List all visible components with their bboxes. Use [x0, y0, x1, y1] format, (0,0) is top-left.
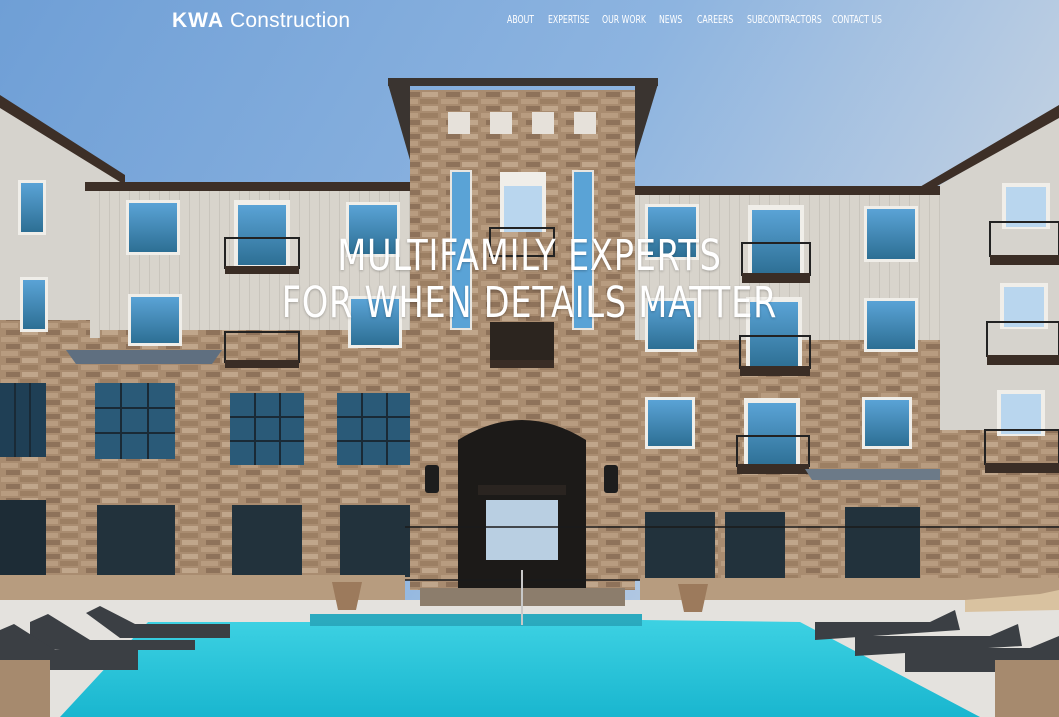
site-header: KWA Construction ABOUT EXPERTISE OUR WORK…	[0, 0, 1059, 42]
hero-headline-line-1: MULTIFAMILY EXPERTS	[337, 231, 722, 281]
nav-careers[interactable]: CAREERS	[697, 14, 733, 26]
nav-news[interactable]: NEWS	[659, 14, 682, 26]
nav-contact-us[interactable]: CONTACT US	[832, 14, 882, 26]
nav-expertise[interactable]: EXPERTISE	[548, 14, 590, 26]
logo-bold-text: KWA	[172, 9, 224, 32]
hero-photo-illustration	[0, 0, 1059, 717]
logo-link[interactable]: KWA Construction	[172, 9, 350, 33]
central-tower	[388, 78, 658, 590]
hero-image	[0, 0, 1059, 717]
hero-headline-line-2: FOR WHEN DETAILS MATTER	[281, 278, 778, 328]
nav-subcontractors[interactable]: SUBCONTRACTORS	[747, 14, 822, 26]
nav-about[interactable]: ABOUT	[507, 14, 534, 26]
hero-headline: MULTIFAMILY EXPERTS FOR WHEN DETAILS MAT…	[0, 233, 1059, 327]
nav-our-work[interactable]: OUR WORK	[602, 14, 646, 26]
logo-light-text: Construction	[230, 9, 351, 32]
